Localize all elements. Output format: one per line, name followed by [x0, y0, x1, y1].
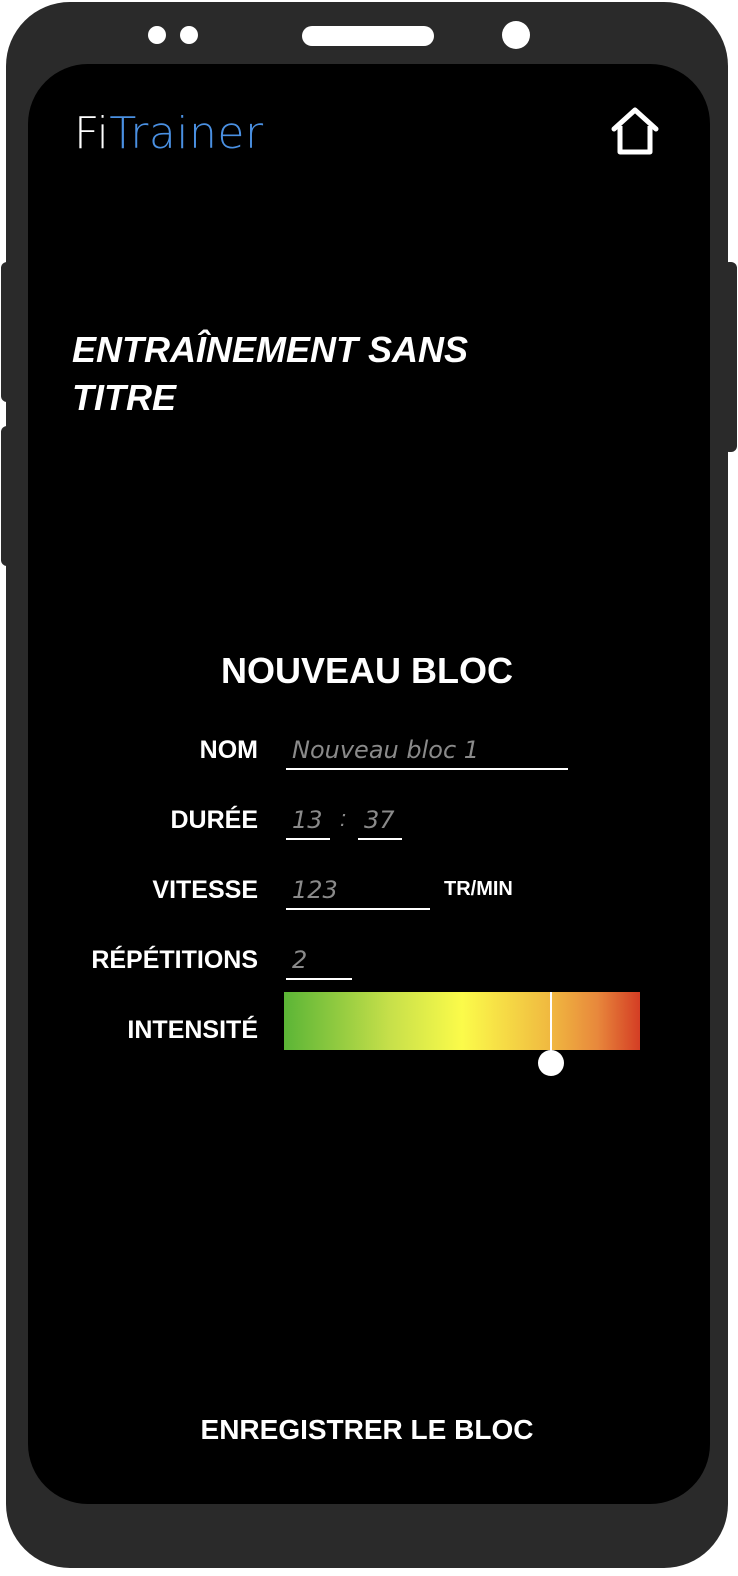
block-form-title: NOUVEAU BLOC — [220, 650, 513, 691]
repetitions-label: RÉPÉTITIONS — [91, 946, 258, 974]
brand-accent: Trainer — [109, 108, 264, 159]
block-name-input[interactable]: Nouveau bloc 1 — [286, 730, 568, 770]
app-logo: FiTrainer — [74, 108, 264, 159]
app-screen: FiTrainer ENTRAÎNEMENT SANS TITRE NOUVEA… — [28, 64, 710, 1504]
speaker-grille — [302, 26, 434, 46]
speed-unit: TR/MIN — [444, 878, 513, 900]
repetitions-input[interactable]: 2 — [286, 940, 352, 980]
speed-label: VITESSE — [152, 876, 258, 904]
name-label: NOM — [199, 736, 258, 764]
duration-label: DURÉE — [170, 806, 258, 834]
home-button[interactable] — [606, 102, 664, 160]
duration-separator: : — [340, 806, 347, 831]
duration-seconds-input[interactable]: 37 — [358, 800, 402, 840]
intensity-gradient-bar[interactable] — [284, 992, 640, 1050]
save-block-button[interactable]: ENREGISTRER LE BLOC — [28, 1414, 706, 1446]
home-icon — [611, 107, 659, 155]
intensity-label: INTENSITÉ — [127, 1016, 258, 1044]
brand-prefix: Fi — [74, 108, 110, 159]
sensor-dot — [148, 26, 166, 44]
sensor-dot — [180, 26, 198, 44]
front-camera — [502, 21, 530, 49]
duration-minutes-input[interactable]: 13 — [286, 800, 330, 840]
speed-input[interactable]: 123 — [286, 870, 430, 910]
workout-title[interactable]: ENTRAÎNEMENT SANS TITRE — [72, 326, 542, 422]
phone-frame: FiTrainer ENTRAÎNEMENT SANS TITRE NOUVEA… — [6, 2, 728, 1568]
intensity-slider-handle[interactable] — [538, 1050, 564, 1076]
